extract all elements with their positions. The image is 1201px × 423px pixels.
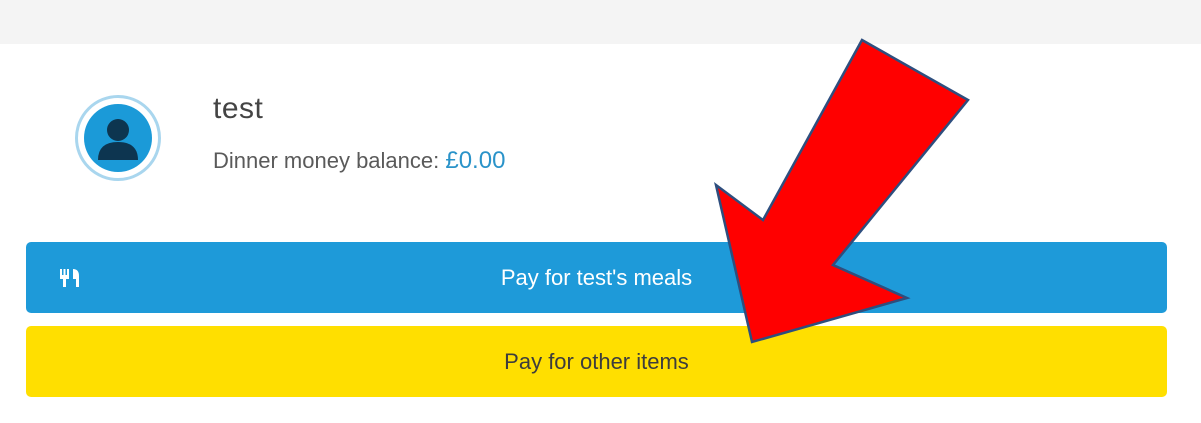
balance-line: Dinner money balance: £0.00 — [213, 147, 505, 175]
user-avatar-icon — [75, 95, 161, 181]
cutlery-icon — [60, 269, 79, 287]
avatar-fill — [84, 104, 152, 172]
top-band — [0, 0, 1201, 44]
pay-other-items-label: Pay for other items — [504, 348, 689, 374]
pay-meals-button[interactable]: Pay for test's meals — [26, 242, 1167, 313]
pay-other-items-button[interactable]: Pay for other items — [26, 326, 1167, 397]
pay-meals-label: Pay for test's meals — [500, 264, 693, 290]
balance-label: Dinner money balance: — [213, 148, 446, 173]
balance-amount: £0.00 — [445, 147, 506, 174]
child-name: test — [213, 92, 264, 125]
person-icon — [98, 119, 138, 160]
page: test Dinner money balance: £0.00 Pay for… — [0, 0, 1201, 423]
